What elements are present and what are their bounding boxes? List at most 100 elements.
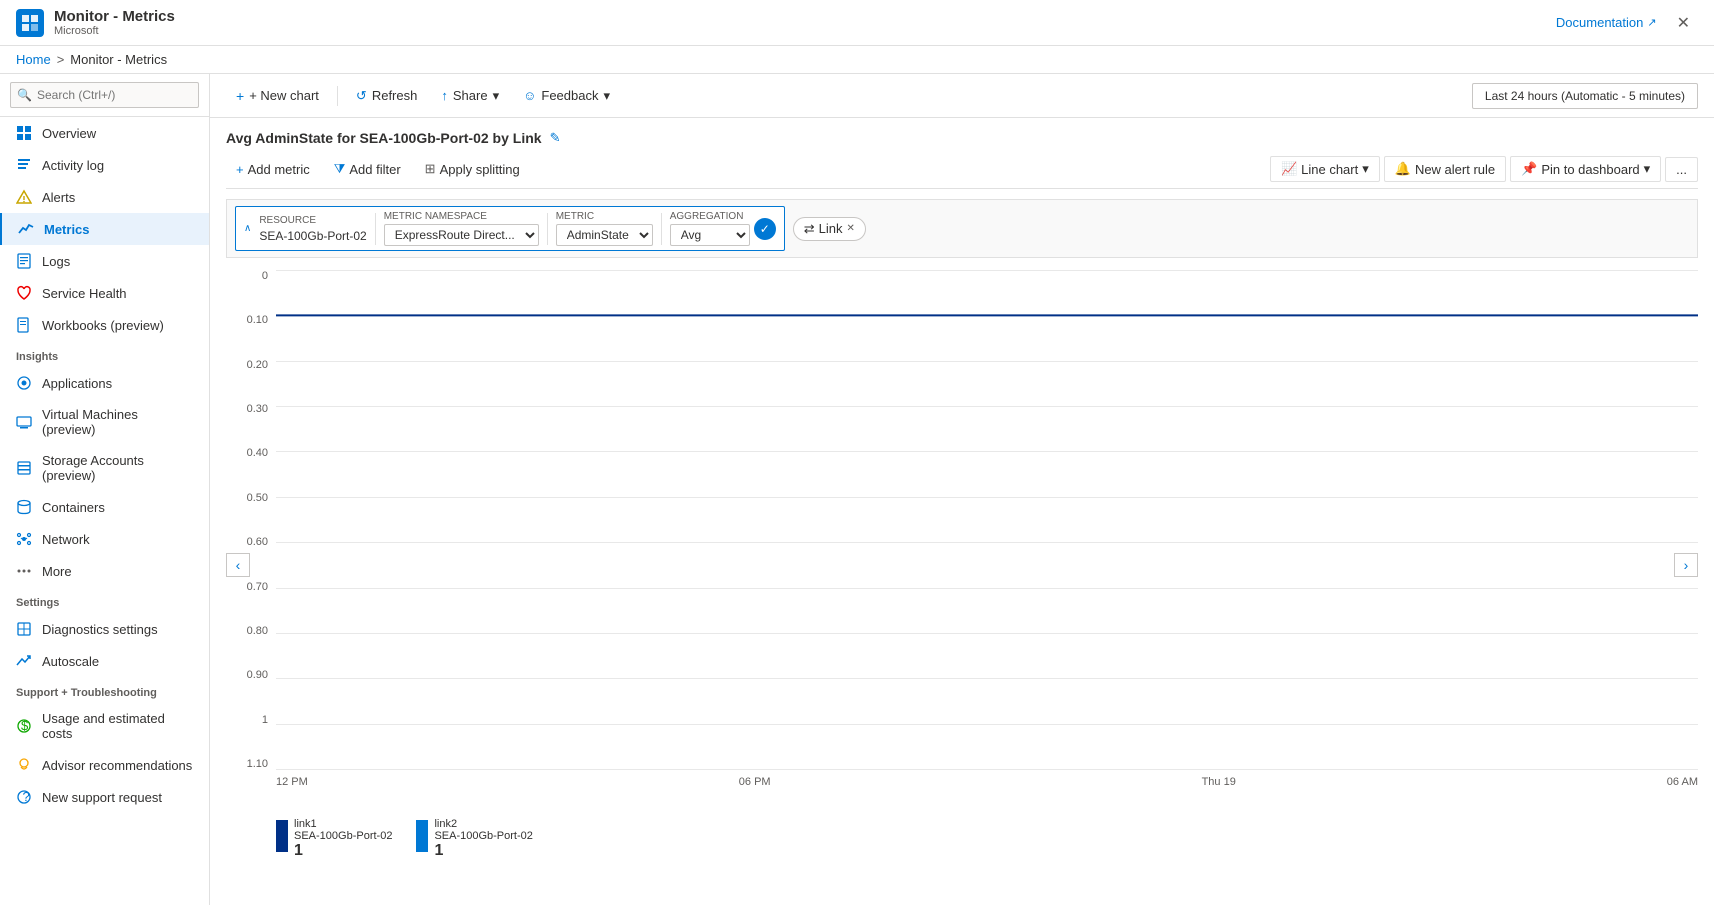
feedback-label: Feedback [541, 88, 598, 103]
breadcrumb-home[interactable]: Home [16, 52, 51, 67]
refresh-button[interactable]: ↺ Refresh [346, 83, 427, 109]
y-label-10: 0.10 [226, 314, 276, 326]
feedback-button[interactable]: ☺ Feedback ▾ [513, 83, 620, 109]
pin-chevron: ▾ [1644, 161, 1651, 177]
y-label-4: 0.70 [226, 581, 276, 593]
sidebar-item-label: New support request [42, 790, 162, 805]
apply-split-label: Apply splitting [440, 162, 520, 177]
metric-select[interactable]: AdminState [556, 224, 653, 246]
new-chart-icon: + [236, 88, 244, 104]
sidebar-item-storage-accounts[interactable]: Storage Accounts (preview) [0, 445, 209, 491]
storage-accounts-icon [16, 460, 32, 476]
line-chart-label: Line chart [1301, 162, 1358, 177]
top-bar: Monitor - Metrics Microsoft Documentatio… [0, 0, 1714, 46]
documentation-link[interactable]: Documentation ↗ [1556, 15, 1657, 30]
sidebar-item-service-health[interactable]: Service Health [0, 277, 209, 309]
app-header: Monitor - Metrics Microsoft [16, 8, 175, 37]
line-chart-button[interactable]: 📈 Line chart ▾ [1270, 156, 1380, 182]
y-label-0: 1.10 [226, 758, 276, 770]
split-icon: ⊞ [425, 161, 436, 177]
metric-field: METRIC AdminState [556, 211, 653, 246]
sidebar-item-more[interactable]: More [0, 555, 209, 587]
sidebar-item-label: Alerts [42, 190, 75, 205]
sidebar-item-activity-log[interactable]: Activity log [0, 149, 209, 181]
y-label-8: 0.30 [226, 403, 276, 415]
toolbar: + + New chart ↺ Refresh ↑ Share ▾ ☺ Feed… [210, 74, 1714, 118]
add-metric-icon: + [236, 162, 244, 177]
sidebar-item-diagnostics[interactable]: Diagnostics settings [0, 613, 209, 645]
chart-svg [276, 270, 1698, 769]
line-chart-chevron: ▾ [1362, 161, 1369, 177]
chart-title: Avg AdminState for SEA-100Gb-Port-02 by … [226, 130, 542, 146]
sidebar-item-network[interactable]: Network [0, 523, 209, 555]
chart-nav-left[interactable]: ‹ [226, 553, 250, 577]
time-range-button[interactable]: Last 24 hours (Automatic - 5 minutes) [1472, 83, 1698, 109]
external-link-icon: ↗ [1647, 16, 1656, 29]
svg-text:?: ? [23, 789, 30, 804]
share-button[interactable]: ↑ Share ▾ [431, 83, 509, 109]
legend-color-link2 [416, 820, 428, 852]
new-chart-button[interactable]: + + New chart [226, 83, 329, 109]
virtual-machines-icon [16, 414, 32, 430]
workbooks-icon [16, 317, 32, 333]
sidebar-item-label: Workbooks (preview) [42, 318, 164, 333]
sidebar: 🔍 Overview Activity log Alerts [0, 74, 210, 905]
link-filter-label: Link [819, 221, 843, 236]
resource-value[interactable]: SEA-100Gb-Port-02 [259, 229, 366, 243]
chart-legend: link1 SEA-100Gb-Port-02 1 link2 SEA-100G… [226, 818, 1698, 860]
aggregation-select[interactable]: Avg [670, 224, 750, 246]
legend-color-link1 [276, 820, 288, 852]
x-label-0: 12 PM [276, 776, 308, 788]
usage-costs-icon: $ [16, 718, 32, 734]
x-label-2: Thu 19 [1202, 776, 1236, 788]
sidebar-item-applications[interactable]: Applications [0, 367, 209, 399]
legend-item-link1: link1 SEA-100Gb-Port-02 1 [276, 818, 392, 860]
sidebar-item-workbooks[interactable]: Workbooks (preview) [0, 309, 209, 341]
applications-icon [16, 375, 32, 391]
apply-splitting-button[interactable]: ⊞ Apply splitting [415, 157, 530, 181]
chart-container: 1.10 1 0.90 0.80 0.70 0.60 0.50 0.40 0.3… [226, 270, 1698, 810]
top-bar-right: Documentation ↗ ✕ [1556, 9, 1698, 37]
link-icon: ⇄ [804, 221, 815, 237]
chart-wrapper: ‹ › 1.10 1 0.90 0.80 0.70 0.60 0.50 0.40… [226, 270, 1698, 860]
sidebar-item-support[interactable]: ? New support request [0, 781, 209, 813]
x-label-3: 06 AM [1667, 776, 1698, 788]
metric-collapse-icon[interactable]: ∧ [244, 223, 251, 234]
sidebar-item-label: Network [42, 532, 90, 547]
y-label-6: 0.50 [226, 492, 276, 504]
sidebar-item-autoscale[interactable]: Autoscale [0, 645, 209, 677]
search-input[interactable] [10, 82, 199, 108]
y-label-3: 0.80 [226, 625, 276, 637]
metric-confirm-button[interactable]: ✓ [754, 218, 776, 240]
sidebar-item-label: Logs [42, 254, 70, 269]
sidebar-item-logs[interactable]: Logs [0, 245, 209, 277]
more-options-button[interactable]: ... [1665, 157, 1698, 182]
sidebar-item-advisor[interactable]: Advisor recommendations [0, 749, 209, 781]
metric-namespace-select[interactable]: ExpressRoute Direct... [384, 224, 539, 246]
sidebar-item-label: Activity log [42, 158, 104, 173]
chart-nav-right[interactable]: › [1674, 553, 1698, 577]
sidebar-item-containers[interactable]: Containers [0, 491, 209, 523]
pin-dashboard-button[interactable]: 📌 Pin to dashboard ▾ [1510, 156, 1661, 182]
sidebar-item-alerts[interactable]: Alerts [0, 181, 209, 213]
refresh-label: Refresh [372, 88, 418, 103]
sidebar-item-metrics[interactable]: Metrics [0, 213, 209, 245]
app-icon [16, 9, 44, 37]
settings-section-label: Settings [0, 587, 209, 613]
add-filter-button[interactable]: ⧩ Add filter [324, 157, 411, 181]
alerts-icon [16, 189, 32, 205]
support-section-label: Support + Troubleshooting [0, 677, 209, 703]
sidebar-item-overview[interactable]: Overview [0, 117, 209, 149]
new-alert-button[interactable]: 🔔 New alert rule [1384, 156, 1506, 182]
link-filter-badge[interactable]: ⇄ Link ✕ [793, 217, 866, 241]
edit-title-icon[interactable]: ✎ [550, 130, 561, 146]
remove-filter-icon[interactable]: ✕ [846, 223, 854, 234]
sidebar-item-virtual-machines[interactable]: Virtual Machines (preview) [0, 399, 209, 445]
close-button[interactable]: ✕ [1669, 9, 1698, 37]
sidebar-item-usage-costs[interactable]: $ Usage and estimated costs [0, 703, 209, 749]
sidebar-item-label: Applications [42, 376, 112, 391]
chart-title-row: Avg AdminState for SEA-100Gb-Port-02 by … [226, 130, 1698, 146]
metric-controls: ∧ RESOURCE SEA-100Gb-Port-02 METRIC NAME… [226, 199, 1698, 258]
add-metric-button[interactable]: + Add metric [226, 158, 320, 181]
containers-icon [16, 499, 32, 515]
